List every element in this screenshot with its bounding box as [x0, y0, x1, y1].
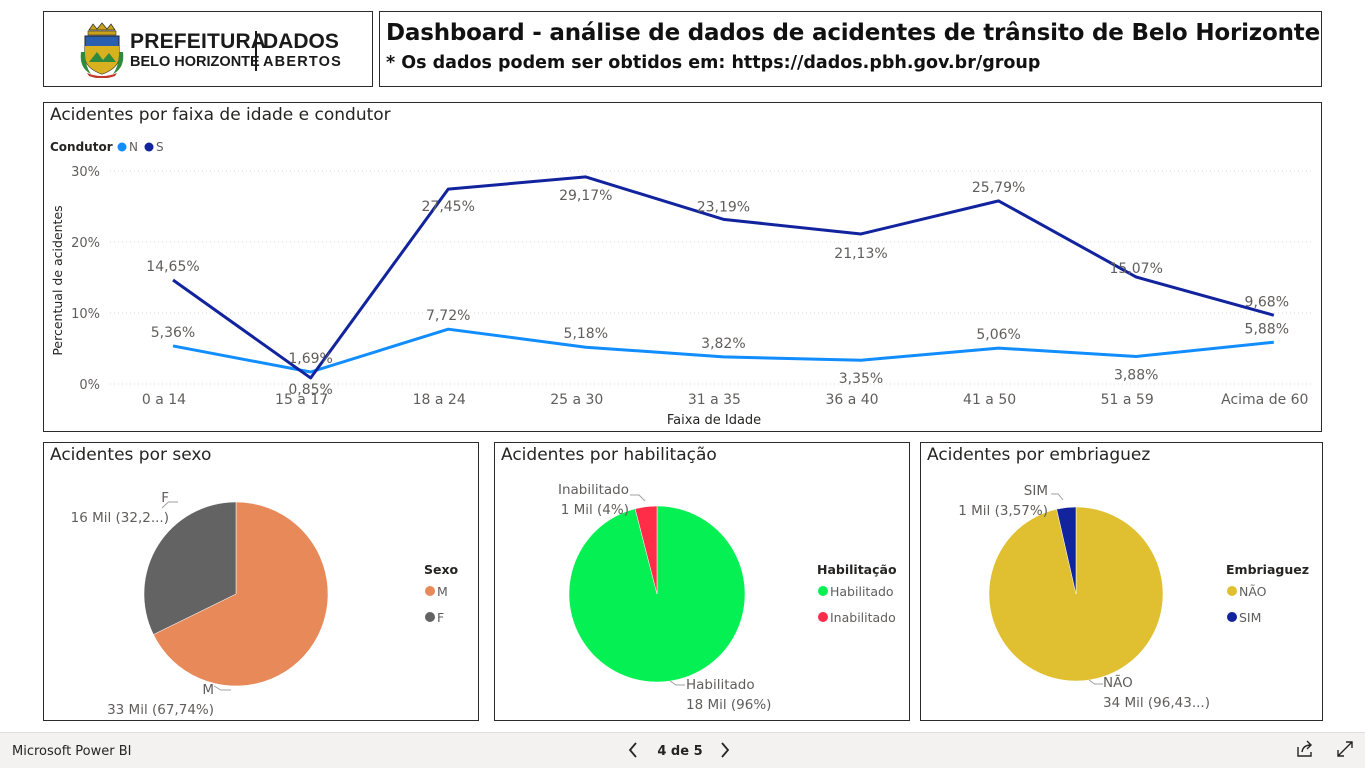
- pie-legend-title: Sexo: [424, 562, 459, 577]
- pie-legend-marker[interactable]: [818, 586, 828, 596]
- leader-line: [630, 494, 646, 502]
- data-label-N: 5,06%: [976, 327, 1020, 343]
- leader-line: [1088, 679, 1103, 685]
- logo-divider: [255, 31, 257, 71]
- logo-abertos: ABERTOS: [263, 54, 343, 70]
- pie-label-value: 1 Mil (3,57%): [958, 503, 1048, 519]
- sexo-pie-panel[interactable]: Acidentes por sexo M 33 Mil (67,74%) F 16 M…: [43, 442, 479, 721]
- x-tick-label: 36 a 40: [825, 392, 878, 408]
- chevron-left-icon: [628, 742, 637, 758]
- page-indicator: 4 de 5: [657, 744, 703, 759]
- title-panel: Dashboard - análise de dados de acidente…: [379, 11, 1322, 87]
- logo-prefeitura: PREFEITURA: [130, 30, 267, 53]
- y-tick-label: 30%: [71, 165, 100, 180]
- pie-legend-label[interactable]: F: [437, 610, 444, 625]
- pie-legend-marker[interactable]: [1227, 586, 1237, 596]
- data-label-N: 3,82%: [701, 336, 745, 352]
- pie-label-name: F: [161, 490, 169, 506]
- pie-label-value: 33 Mil (67,74%): [107, 702, 214, 718]
- data-label-S: 29,17%: [559, 188, 612, 204]
- sexo-pie-chart: M33 Mil (67,74%)F16 Mil (32,2...)SexoMF: [71, 490, 459, 718]
- embriaguez-pie-chart: NÃO 34 Mil (96,43...) SIM 1 Mil (3,57%) Embr…: [958, 483, 1309, 711]
- leader-line: [1051, 493, 1064, 501]
- pie-legend-marker[interactable]: [1227, 612, 1237, 622]
- y-axis-label: Percentual de acidentes: [50, 205, 65, 355]
- legend-marker-S[interactable]: [144, 142, 154, 152]
- data-label-N: 5,88%: [1245, 321, 1289, 337]
- line-chart-panel[interactable]: Acidentes por faixa de idade e condutor …: [43, 102, 1322, 432]
- data-label-S: 9,68%: [1245, 294, 1289, 310]
- data-label-N: 1,69%: [288, 351, 332, 367]
- logo-dados: DADOS: [263, 30, 339, 53]
- x-tick-label: 41 a 50: [963, 392, 1016, 408]
- pie-legend-label[interactable]: SIM: [1239, 610, 1261, 625]
- dashboard-subtitle: * Os dados podem ser obtidos em: https:/…: [386, 53, 1041, 73]
- pie-label-name: NÃO: [1103, 674, 1133, 691]
- data-label-N: 5,36%: [151, 325, 195, 341]
- x-tick-label: 0 a 14: [142, 392, 186, 408]
- pie-label-name: SIM: [1024, 483, 1048, 499]
- pie-legend-marker[interactable]: [425, 586, 435, 596]
- y-tick-label: 0%: [79, 378, 100, 393]
- pie-legend-marker[interactable]: [425, 612, 435, 622]
- pie-label-name: Habilitado: [686, 677, 755, 693]
- x-tick-label: Acima de 60: [1221, 392, 1308, 408]
- x-axis-label: Faixa de Idade: [667, 413, 761, 428]
- legend-marker-N[interactable]: [117, 142, 127, 152]
- logo-belo-horizonte: BELO HORIZONTE: [130, 54, 260, 70]
- pie-legend-label[interactable]: NÃO: [1239, 584, 1267, 599]
- chevron-right-icon: [721, 742, 730, 758]
- y-tick-label: 20%: [71, 236, 100, 251]
- pie-legend-label[interactable]: Habilitado: [830, 584, 894, 599]
- pie-label-name: M: [202, 682, 214, 698]
- page-navigator: 4 de 5: [620, 738, 745, 763]
- data-label-N: 5,18%: [564, 326, 608, 342]
- data-label-S: 27,45%: [422, 199, 475, 215]
- data-label-N: 3,35%: [839, 371, 883, 387]
- data-label-S: 0,85%: [288, 382, 332, 398]
- x-tick-label: 51 a 59: [1101, 392, 1154, 408]
- habilitacao-pie-chart: Habilitado 18 Mil (96%) Inabilitado 1 Mil (…: [558, 482, 897, 713]
- next-page-button[interactable]: [712, 738, 738, 763]
- habilitacao-pie-panel[interactable]: Acidentes por habilitação Habilitado 18 M…: [494, 442, 910, 721]
- pie-legend-label[interactable]: M: [437, 584, 448, 599]
- leader-line: [213, 685, 231, 691]
- previous-page-button[interactable]: [620, 738, 646, 763]
- data-label-S: 14,65%: [146, 259, 199, 275]
- x-tick-label: 18 a 24: [413, 392, 466, 408]
- logo-panel: PREFEITURA BELO HORIZONTE DADOS ABERTOS: [43, 11, 373, 87]
- x-tick-label: 31 a 35: [688, 392, 741, 408]
- legend-label-N[interactable]: N: [129, 140, 138, 154]
- pie-legend-label[interactable]: Inabilitado: [830, 610, 896, 625]
- pie-label-value: 1 Mil (4%): [561, 502, 629, 518]
- power-bi-brand[interactable]: Microsoft Power BI: [12, 744, 131, 759]
- legend-title: Condutor: [50, 140, 113, 154]
- data-label-N: 3,88%: [1114, 367, 1158, 383]
- data-label-S: 21,13%: [834, 246, 887, 262]
- share-icon: [1297, 740, 1312, 757]
- pie-label-value: 34 Mil (96,43...): [1103, 695, 1210, 711]
- data-label-S: 15,07%: [1110, 261, 1163, 277]
- pie-label-value: 16 Mil (32,2...): [71, 510, 169, 526]
- coat-of-arms-icon: [80, 22, 124, 78]
- leader-line: [669, 680, 685, 686]
- dashboard-title: Dashboard - análise de dados de acidente…: [386, 20, 1320, 46]
- pie-legend-title: Habilitação: [817, 562, 897, 577]
- x-tick-label: 25 a 30: [550, 392, 603, 408]
- embriaguez-pie-panel[interactable]: Acidentes por embriaguez NÃO 34 Mil (96,4…: [920, 442, 1323, 721]
- fullscreen-icon: [1337, 741, 1353, 757]
- y-tick-label: 10%: [71, 307, 100, 322]
- pie-legend-marker[interactable]: [818, 612, 828, 622]
- line-chart: Condutor N S 0% 10% 20% 30% Percentual de acide…: [50, 140, 1314, 428]
- legend-label-S[interactable]: S: [156, 140, 164, 154]
- pie-label-name: Inabilitado: [558, 482, 629, 498]
- pie-label-value: 18 Mil (96%): [686, 697, 771, 713]
- share-button[interactable]: [1295, 739, 1317, 761]
- pie-legend-title: Embriaguez: [1226, 562, 1309, 577]
- fullscreen-button[interactable]: [1335, 739, 1357, 761]
- data-label-S: 23,19%: [697, 199, 750, 215]
- data-label-N: 7,72%: [426, 308, 470, 324]
- bottom-bar: Microsoft Power BI 4 de 5: [0, 732, 1365, 768]
- data-label-S: 25,79%: [972, 180, 1025, 196]
